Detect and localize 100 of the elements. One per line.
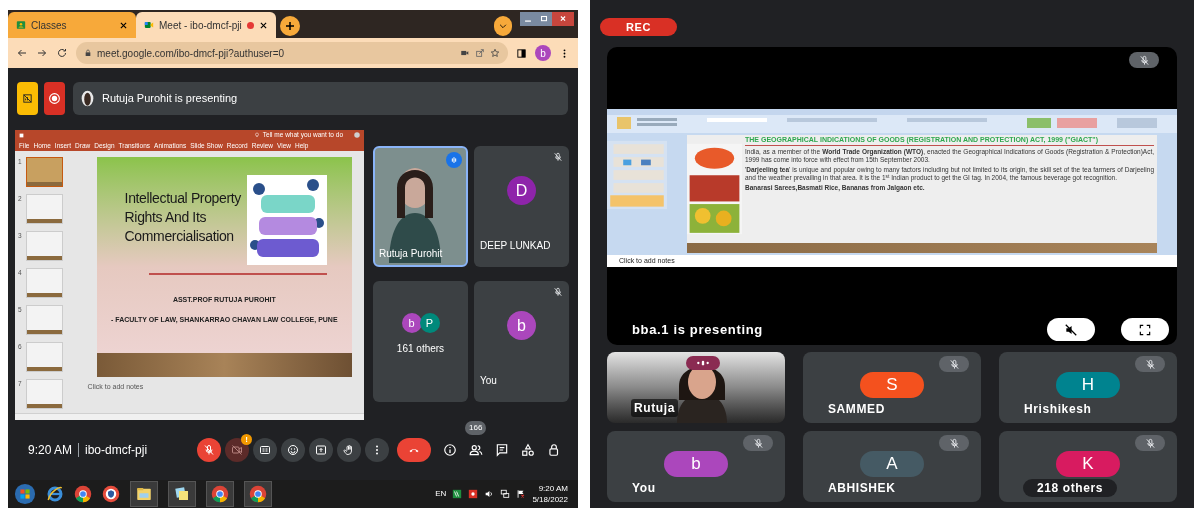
browser-tab[interactable]: Meet - ibo-dmcf-pji xyxy=(136,12,276,38)
shield-browser-icon[interactable] xyxy=(102,485,120,503)
chat-icon[interactable] xyxy=(495,443,509,457)
host-controls-icon[interactable] xyxy=(547,443,561,457)
tab-title: Classes xyxy=(31,18,68,33)
raise-hand-button[interactable] xyxy=(337,438,362,462)
participant-count-badge: 166 xyxy=(465,421,487,435)
participant-name: Rutuja Purohit xyxy=(379,247,444,261)
meet-icon xyxy=(144,20,154,30)
microphone-off-icon xyxy=(948,358,960,370)
forward-icon[interactable] xyxy=(36,47,48,59)
star-icon[interactable] xyxy=(490,48,500,58)
sticky-notes-icon xyxy=(173,485,191,503)
speaker-off-icon xyxy=(1064,322,1078,337)
more-options-button[interactable] xyxy=(365,438,390,462)
new-tab-button[interactable] xyxy=(280,16,300,36)
plus-icon xyxy=(284,20,296,32)
people-icon[interactable] xyxy=(469,443,483,457)
slide-thumbnail[interactable] xyxy=(26,194,63,224)
slide-thumbnail[interactable] xyxy=(26,157,63,187)
others-tile[interactable]: b P 161 others xyxy=(373,281,468,402)
tab-search-button[interactable] xyxy=(494,16,512,36)
account-avatar-icon xyxy=(354,132,360,138)
sticky-notes-button[interactable] xyxy=(168,481,196,507)
internet-explorer-icon[interactable] xyxy=(46,485,64,503)
fullscreen-icon xyxy=(1138,322,1152,337)
classroom-icon xyxy=(16,20,26,30)
participant-name: You xyxy=(632,480,656,497)
meeting-time: 9:20 AM xyxy=(28,442,73,459)
close-icon[interactable] xyxy=(119,20,128,30)
slide-title: Rights And Its xyxy=(124,208,208,227)
spreadsheet-tray-icon[interactable] xyxy=(452,489,463,499)
maximize-button[interactable] xyxy=(536,12,552,26)
others-count: 218 others xyxy=(1023,479,1118,497)
language-indicator[interactable]: EN xyxy=(435,488,447,500)
close-icon xyxy=(558,14,568,24)
slide-thumbnail[interactable] xyxy=(26,268,63,298)
meeting-info-icon[interactable] xyxy=(443,443,457,457)
captions-icon xyxy=(259,444,272,456)
profile-avatar[interactable]: b xyxy=(535,45,551,61)
reload-icon[interactable] xyxy=(56,47,68,59)
volume-icon[interactable] xyxy=(484,489,495,499)
file-explorer-button[interactable] xyxy=(130,481,158,507)
chrome-browser-icon[interactable] xyxy=(74,485,92,503)
chrome-window-button[interactable] xyxy=(206,481,234,507)
others-tile[interactable]: K 218 others xyxy=(999,431,1177,502)
microphone-off-icon xyxy=(752,437,764,449)
slide-thumbnail[interactable] xyxy=(26,305,63,335)
browser-tab[interactable]: Classes xyxy=(8,12,136,38)
presenting-text: Rutuja Purohit is presenting xyxy=(102,91,238,107)
participant-name: SAMMED xyxy=(828,401,885,418)
leave-call-button[interactable] xyxy=(397,438,432,462)
tab-title: Meet - ibo-dmcf-pji xyxy=(159,18,242,33)
others-count: 161 others xyxy=(396,342,445,356)
side-panel-icon[interactable] xyxy=(516,47,527,59)
presentation-off-icon xyxy=(22,93,33,104)
address-field[interactable]: meet.google.com/ibo-dmcf-pji?authuser=0 xyxy=(76,42,508,64)
alert-badge: ! xyxy=(241,434,253,445)
meeting-code: ibo-dmcf-pji xyxy=(85,442,149,459)
close-icon[interactable] xyxy=(259,20,268,30)
mute-presentation-button[interactable] xyxy=(1047,318,1095,341)
network-icon[interactable] xyxy=(500,489,511,499)
stop-presenting-button[interactable] xyxy=(17,82,38,115)
recording-button[interactable] xyxy=(44,82,65,115)
flag-icon[interactable] xyxy=(516,489,527,499)
microphone-off-icon xyxy=(203,444,216,456)
chrome-profile-icon xyxy=(249,485,267,503)
participant-name: Hrishikesh xyxy=(1024,401,1092,418)
presenter-label: bba.1 is presenting xyxy=(632,320,763,339)
activities-icon[interactable] xyxy=(521,443,535,457)
person-silhouette-icon xyxy=(81,90,94,107)
smiley-icon xyxy=(287,444,300,456)
present-button[interactable] xyxy=(309,438,334,462)
video-camera-icon xyxy=(460,48,470,58)
captions-button[interactable] xyxy=(253,438,278,462)
lightbulb-icon xyxy=(253,132,260,138)
clock-date[interactable]: 5/18/2022 xyxy=(532,494,568,505)
microphone-off-icon xyxy=(948,437,960,449)
close-button[interactable] xyxy=(552,12,574,26)
participant-name: Rutuja xyxy=(631,399,678,417)
microphone-off-icon xyxy=(1144,358,1156,370)
slide-title: Intellectual Property xyxy=(124,189,241,208)
chrome-profile-button[interactable] xyxy=(244,481,272,507)
save-icon xyxy=(19,132,24,138)
slide-thumbnail[interactable] xyxy=(26,379,63,409)
microphone-off-icon xyxy=(1138,54,1150,66)
slide-title: Commercialisation xyxy=(124,227,235,246)
camera-off-icon xyxy=(231,444,244,456)
reactions-button[interactable] xyxy=(281,438,306,462)
record-tray-icon[interactable] xyxy=(468,489,479,499)
fullscreen-button[interactable] xyxy=(1121,318,1169,341)
back-icon[interactable] xyxy=(16,47,28,59)
slide-thumbnail[interactable] xyxy=(26,231,63,261)
start-orb-icon[interactable] xyxy=(14,483,36,505)
lock-icon xyxy=(84,49,92,57)
microphone-button[interactable] xyxy=(197,438,222,462)
slide-thumbnail[interactable] xyxy=(26,342,63,372)
participant-name: DEEP LUNKAD xyxy=(480,239,551,253)
share-icon[interactable] xyxy=(475,48,485,58)
clock-time[interactable]: 9:20 AM xyxy=(538,483,568,494)
